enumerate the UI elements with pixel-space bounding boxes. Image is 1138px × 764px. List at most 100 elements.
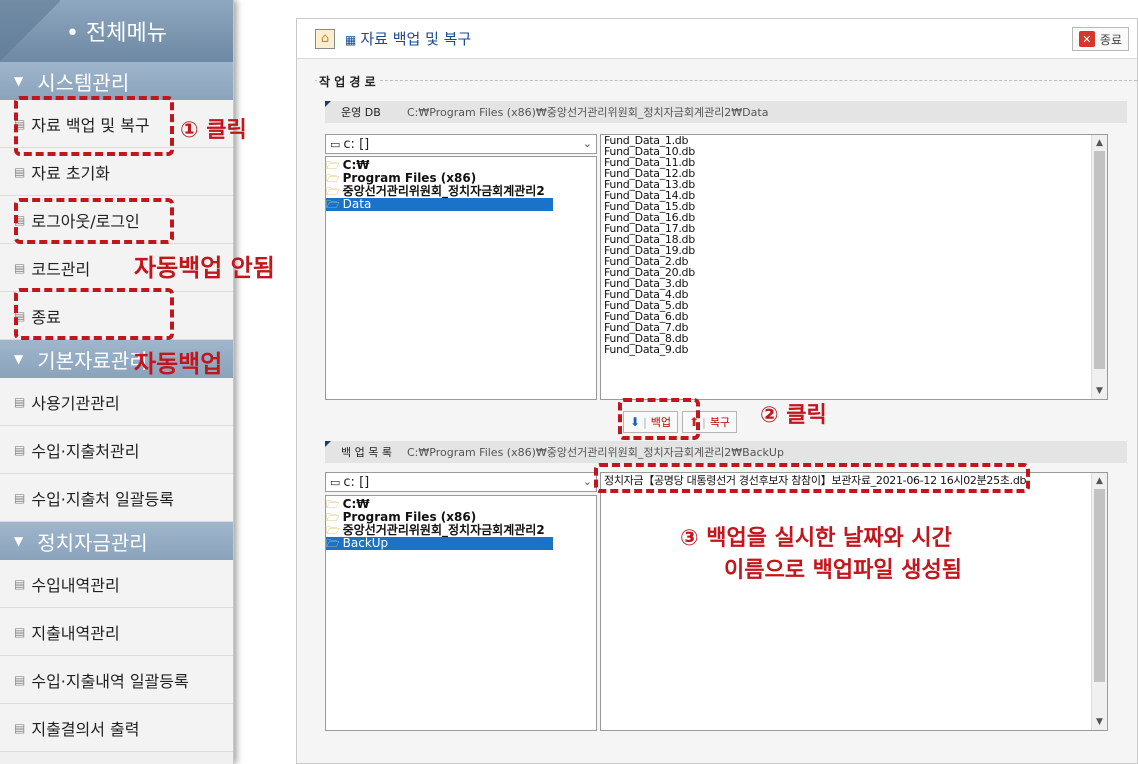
folder-open-icon: 🗁 [326, 198, 340, 211]
folder-open-icon: 🗁 [326, 524, 340, 537]
window-titlebar: ⌂ ▦ 자료 백업 및 복구 ✕ 종료 [297, 19, 1137, 59]
section-title: 기본자료관리 [37, 348, 148, 373]
folder-item-selected[interactable]: 🗁 BackUp [326, 537, 553, 550]
document-icon: ▤ [14, 164, 26, 179]
annotation-step2: ② 클릭 [760, 403, 827, 428]
operating-db-path-bar: 운영 DB C:₩Program Files (x86)₩중앙선거관리위원회_정… [325, 101, 1127, 123]
menu-header: • 전체메뉴 [0, 0, 233, 62]
sidebar-item-label: 수입내역관리 [31, 575, 120, 595]
button-separator: | [702, 415, 706, 429]
folder-label: 중앙선거관리위원회_정치자금회계관리2 [342, 184, 545, 198]
grid-icon: ▦ [345, 33, 357, 47]
folder-open-icon: 🗁 [326, 537, 340, 550]
document-icon: ▤ [14, 624, 26, 639]
close-icon: ✕ [1078, 31, 1095, 47]
sidebar-item-bulk-entry[interactable]: ▤ 수입·지출내역 일괄등록 [0, 656, 233, 704]
folder-open-icon: 🗁 [326, 185, 340, 198]
backup-file-list[interactable]: 정치자금【공명당 대통령선거 경선후보자 참참이】보관자료_2021-06-12… [600, 472, 1108, 731]
scroll-up-icon[interactable]: ▲ [1092, 135, 1107, 151]
scroll-thumb[interactable] [1094, 489, 1105, 682]
file-list-scrollbar[interactable]: ▲ ▼ [1091, 135, 1107, 399]
file-item[interactable]: Fund_Data_9.db [601, 344, 1107, 355]
backup-list-folder-tree[interactable]: 🗁 C:₩ 🗁 Program Files (x86) 🗁 중앙선거관리위원회_정치자… [325, 495, 597, 731]
collapse-arrow-icon: ▼ [14, 534, 24, 548]
scroll-up-icon[interactable]: ▲ [1092, 473, 1107, 489]
window-title: ▦ 자료 백업 및 복구 [345, 28, 471, 49]
backup-list-tag: 백 업 목 록 [325, 441, 407, 463]
backup-list-path: C:₩Program Files (x86)₩중앙선거관리위원회_정치자금회계관… [407, 446, 784, 459]
backup-file-item[interactable]: 정치자금【공명당 대통령선거 경선후보자 참참이】보관자료_2021-06-12… [601, 473, 1107, 489]
document-icon: ▤ [14, 720, 26, 735]
section-title: 시스템관리 [37, 70, 130, 95]
document-icon: ▤ [14, 576, 26, 591]
backup-restore-buttons: ⬇ | 백업 ⬆ | 복구 [623, 411, 738, 433]
sidebar-item-payee-bulk[interactable]: ▤ 수입·지출처 일괄등록 [0, 474, 233, 522]
folder-open-icon: 🗁 [326, 172, 340, 185]
operating-db-path: C:₩Program Files (x86)₩중앙선거관리위원회_정치자금회계관… [407, 106, 769, 119]
collapse-arrow-icon: ▼ [14, 74, 24, 88]
drive-select-value: c: [] [343, 136, 370, 152]
sidebar-item-label: 수입·지출내역 일괄등록 [31, 671, 189, 691]
window-title-text: 자료 백업 및 복구 [360, 30, 472, 48]
sidebar-item-label: 자료 초기화 [31, 163, 111, 183]
sidebar-item-label: 수입·지출처 일괄등록 [31, 489, 174, 509]
drive-select-value: c: [] [343, 474, 370, 490]
sidebar-item-label: 종료 [31, 307, 61, 327]
document-icon: ▤ [14, 116, 26, 131]
sidebar-item-expense[interactable]: ▤ 지출내역관리 [0, 608, 233, 656]
sidebar-item-reset[interactable]: ▤ 자료 초기화 [0, 148, 233, 196]
close-button[interactable]: ✕ 종료 [1071, 27, 1129, 51]
annotation-step1: ① 클릭 [180, 118, 247, 143]
group-legend: 작 업 경 로 [317, 73, 378, 90]
scroll-down-icon[interactable]: ▼ [1092, 383, 1107, 399]
backup-button[interactable]: ⬇ | 백업 [623, 411, 679, 433]
operating-db-file-list[interactable]: Fund_Data_1.db Fund_Data_10.db Fund_Data_1… [600, 134, 1108, 400]
scroll-thumb[interactable] [1094, 151, 1105, 369]
sidebar-item-expense-print[interactable]: ▤ 지출결의서 출력 [0, 704, 233, 752]
annotation-auto-backup: 자동백업 [134, 350, 223, 378]
folder-open-icon: 🗁 [326, 511, 340, 524]
drive-icon: ▭ [330, 475, 341, 489]
backup-label: 백업 [650, 416, 672, 429]
backup-list-drive-select[interactable]: ▭ c: [] ⌄ [325, 472, 597, 492]
home-icon[interactable]: ⌂ [315, 28, 335, 49]
operating-db-drive-select[interactable]: ▭ c: [] ⌄ [325, 134, 597, 154]
document-icon: ▤ [14, 260, 26, 275]
arrow-up-icon: ⬆ [689, 415, 700, 429]
file-list-items: Fund_Data_1.db Fund_Data_10.db Fund_Data_1… [601, 135, 1107, 355]
document-icon: ▤ [14, 212, 26, 227]
document-icon: ▤ [14, 308, 26, 323]
restore-label: 복구 [709, 416, 731, 429]
folder-open-icon: 🗁 [326, 498, 340, 511]
annotation-no-auto-backup: 자동백업 안됨 [134, 254, 275, 282]
sidebar-item-income[interactable]: ▤ 수입내역관리 [0, 560, 233, 608]
sidebar-item-org-management[interactable]: ▤ 사용기관관리 [0, 378, 233, 426]
folder-item-selected[interactable]: 🗁 Data [326, 198, 553, 211]
restore-button[interactable]: ⬆ | 복구 [682, 411, 738, 433]
annotation-step3-line2: 이름으로 백업파일 생성됨 [724, 558, 962, 583]
section-fund-management[interactable]: ▼ 정치자금관리 [0, 522, 233, 560]
drive-icon: ▭ [330, 137, 341, 151]
backup-list-path-bar: 백 업 목 록 C:₩Program Files (x86)₩중앙선거관리위원회… [325, 441, 1127, 463]
sidebar-item-label: 로그아웃/로그인 [31, 211, 140, 231]
section-title: 정치자금관리 [37, 530, 148, 555]
menu-header-title: • 전체메뉴 [66, 21, 167, 46]
sidebar-item-label: 사용기관관리 [31, 393, 120, 413]
sidebar-item-label: 지출결의서 출력 [31, 719, 140, 739]
sidebar-item-logout-login[interactable]: ▤ 로그아웃/로그인 [0, 196, 233, 244]
annotation-step3-line1: ③ 백업을 실시한 날짜와 시간 [680, 526, 952, 551]
sidebar-item-label: 자료 백업 및 복구 [31, 115, 150, 135]
folder-label: BackUp [342, 536, 389, 550]
chevron-down-icon: ⌄ [582, 475, 592, 488]
sidebar-item-exit[interactable]: ▤ 종료 [0, 292, 233, 340]
header-decoration [0, 0, 60, 62]
close-label: 종료 [1099, 32, 1122, 47]
scroll-down-icon[interactable]: ▼ [1092, 714, 1107, 730]
sidebar-item-label: 지출내역관리 [31, 623, 120, 643]
document-icon: ▤ [14, 394, 26, 409]
operating-db-folder-tree[interactable]: 🗁 C:₩ 🗁 Program Files (x86) 🗁 중앙선거관리위원회_정치자… [325, 156, 597, 400]
sidebar-item-payee-management[interactable]: ▤ 수입·지출처관리 [0, 426, 233, 474]
backup-list-scrollbar[interactable]: ▲ ▼ [1091, 473, 1107, 730]
section-system[interactable]: ▼ 시스템관리 [0, 62, 233, 100]
folder-open-icon: 🗁 [326, 159, 340, 172]
